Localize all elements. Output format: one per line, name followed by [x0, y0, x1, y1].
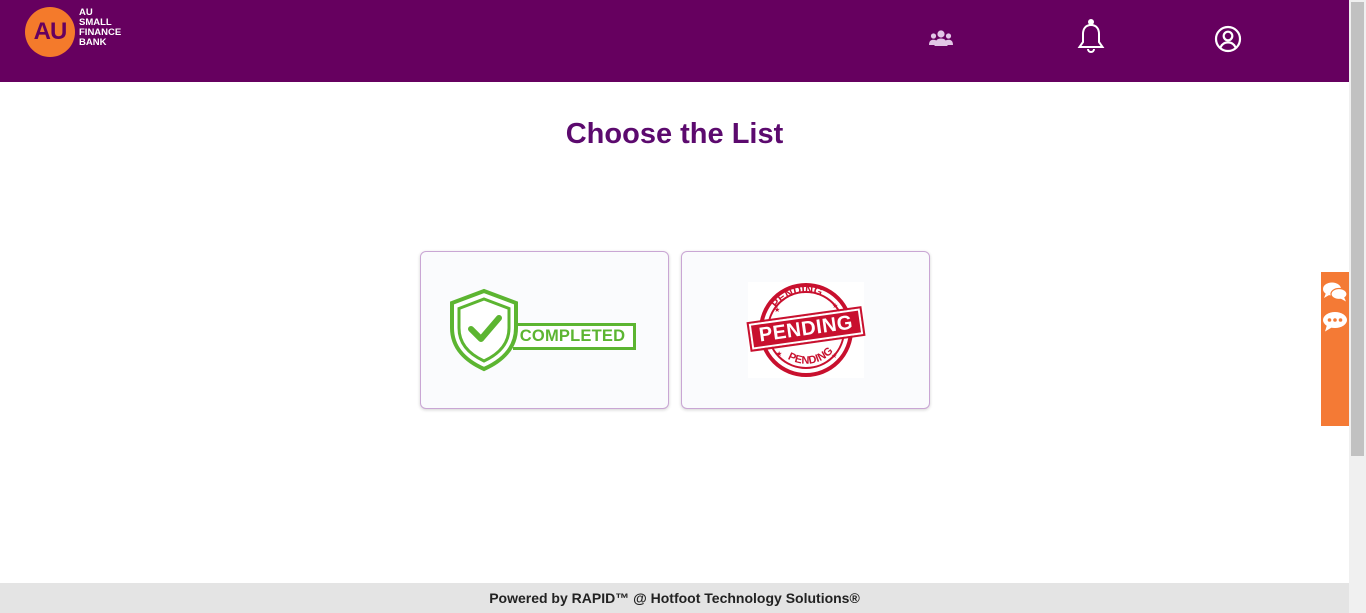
page-title: Choose the List — [565, 118, 784, 150]
pending-list-card[interactable]: PENDING PENDING ★ ★ ★ ★ PENDING — [681, 251, 930, 409]
pending-stamp: PENDING PENDING ★ ★ ★ ★ PENDING — [746, 282, 865, 378]
users-icon[interactable] — [925, 22, 957, 56]
vertical-scrollbar[interactable] — [1349, 0, 1366, 613]
side-chat-panel — [1321, 272, 1349, 426]
user-account-icon[interactable] — [1212, 22, 1244, 56]
scrollbar-thumb[interactable] — [1351, 2, 1364, 456]
chat-bubbles-icon[interactable] — [1322, 280, 1348, 304]
svg-text:★: ★ — [831, 352, 837, 360]
bell-icon[interactable] — [1075, 19, 1107, 54]
completed-badge: COMPLETED — [447, 288, 643, 372]
completed-label: COMPLETED — [512, 323, 636, 350]
svg-text:★: ★ — [832, 302, 838, 310]
stamp-bottom-text: PENDING — [786, 345, 835, 367]
svg-text:PENDING: PENDING — [786, 345, 835, 367]
page: AU AU SMALL FINANCE BANK Choose the List… — [0, 0, 1366, 613]
logo-wordmark: AU SMALL FINANCE BANK — [79, 8, 121, 48]
svg-text:★: ★ — [776, 350, 782, 358]
svg-text:★: ★ — [774, 306, 780, 314]
top-header: AU AU SMALL FINANCE BANK — [0, 0, 1349, 82]
logo-line: BANK — [79, 37, 107, 48]
footer-text: Powered by RAPID™ @ Hotfoot Technology S… — [489, 590, 860, 606]
completed-list-card[interactable]: COMPLETED — [420, 251, 669, 409]
bank-logo[interactable]: AU AU SMALL FINANCE BANK — [25, 7, 121, 57]
logo-mark: AU — [25, 7, 75, 57]
chat-dots-icon[interactable] — [1322, 310, 1348, 334]
footer: Powered by RAPID™ @ Hotfoot Technology S… — [0, 583, 1349, 613]
shield-check-icon — [449, 288, 518, 372]
